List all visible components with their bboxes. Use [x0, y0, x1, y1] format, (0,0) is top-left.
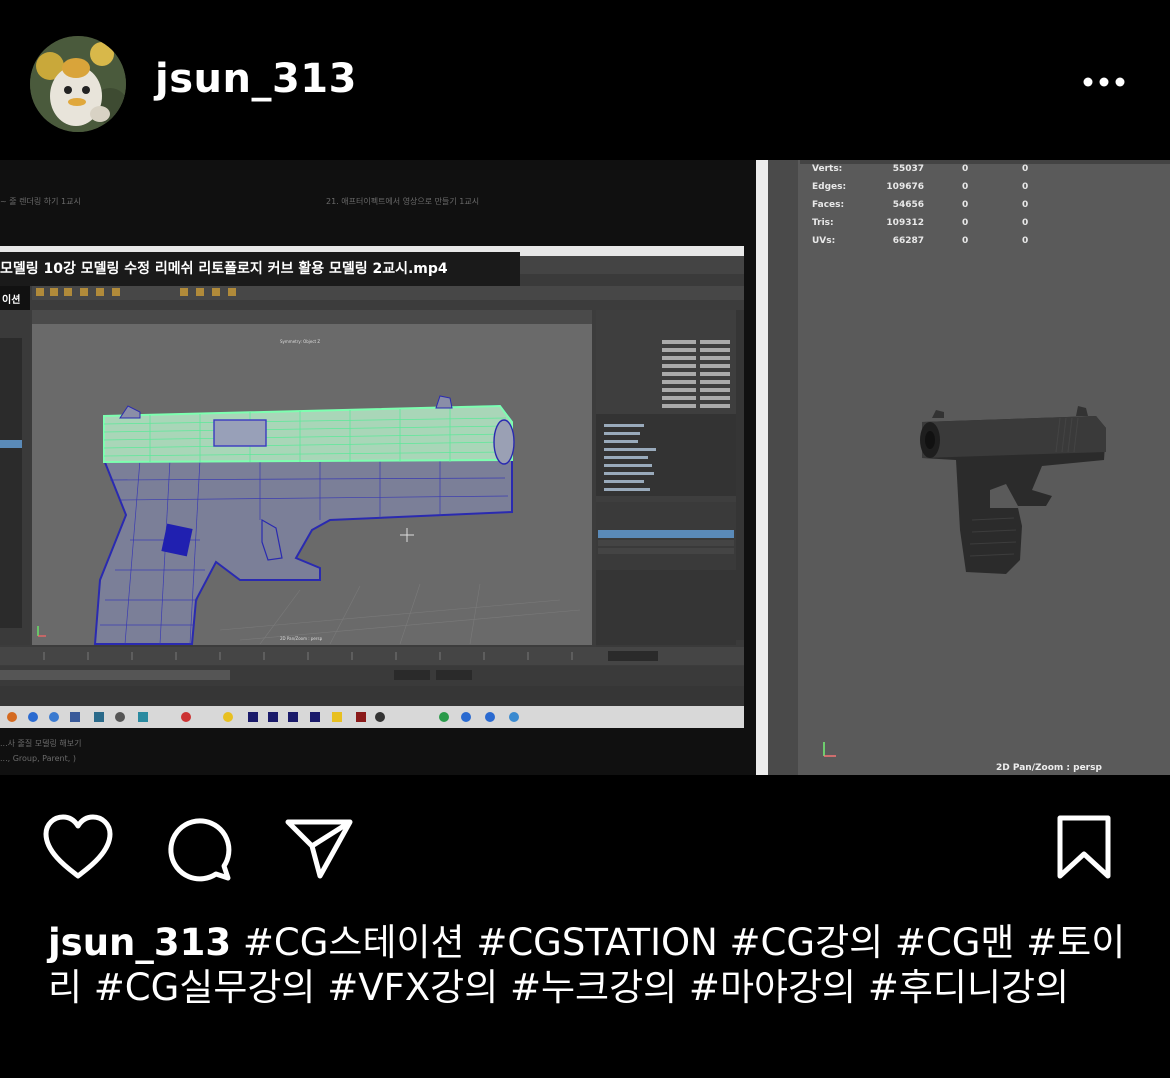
post-username[interactable]: jsun_313 [155, 56, 357, 102]
stat-row-tris: Tris: 109312 0 0 [812, 218, 1029, 228]
bookmark-icon[interactable] [1055, 814, 1113, 884]
avatar-image [30, 36, 126, 132]
more-options-icon[interactable] [1080, 72, 1130, 92]
maya-tab: 이션 [0, 286, 30, 310]
maya-tab-label: 이션 [2, 295, 21, 306]
stat-row-uvs: UVs: 66287 0 0 [812, 236, 1029, 246]
faded-caption-bottom-2: ..., Group, Parent, ) [0, 754, 76, 763]
share-icon[interactable] [284, 816, 354, 884]
poly-count-stats: Verts: 55037 0 0 Edges: 109676 0 0 Faces… [812, 162, 1072, 252]
stat-row-verts: Verts: 55037 0 0 [812, 164, 1029, 174]
caption-username[interactable]: jsun_313 [48, 921, 231, 964]
profile-avatar[interactable] [30, 36, 126, 132]
stat-row-edges: Edges: 109676 0 0 [812, 182, 1029, 192]
heart-icon[interactable] [42, 814, 114, 884]
post-caption: jsun_313 #CG스테이션 #CGSTATION #CG강의 #CG맨 #… [48, 920, 1138, 1010]
stat-row-faces: Faces: 54656 0 0 [812, 200, 1029, 210]
post-media[interactable]: ~ 줄 렌더링 하기 1교시 21. 애프터이펙트에서 영상으로 만들기 1교시 [0, 160, 1170, 775]
comment-icon[interactable] [164, 814, 234, 888]
pistol-render [756, 160, 1170, 775]
svg-text:Symmetry: Object Z: Symmetry: Object Z [280, 339, 320, 344]
viewport-camera-label: 2D Pan/Zoom : persp [996, 763, 1102, 773]
faded-caption-bottom-1: ...사 줄질 모델링 해보기 [0, 739, 82, 748]
post-action-bar [0, 800, 1170, 900]
video-title: 모델링 10강 모델링 수정 리메쉬 리토폴로지 커브 활용 모델링 2교시.m… [0, 261, 448, 277]
svg-text:2D Pan/Zoom : persp: 2D Pan/Zoom : persp [280, 636, 323, 641]
post-header: jsun_313 [0, 0, 1170, 160]
screen-recording-panel: ~ 줄 렌더링 하기 1교시 21. 애프터이펙트에서 영상으로 만들기 1교시 [0, 160, 756, 775]
